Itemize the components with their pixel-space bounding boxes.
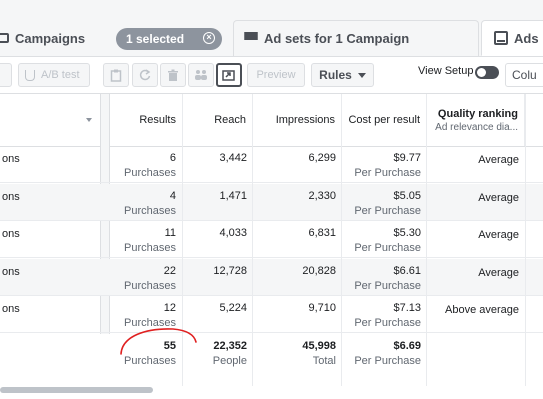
- columns-label: Colu: [512, 68, 537, 82]
- cell-quality: Average: [478, 229, 519, 242]
- row-name[interactable]: ons: [2, 303, 20, 315]
- refresh-icon: [139, 69, 151, 81]
- selected-badge[interactable]: 1 selected ×: [116, 28, 222, 50]
- rules-dropdown[interactable]: Rules: [311, 63, 374, 87]
- header-quality-label: Quality ranking: [437, 107, 518, 120]
- table-row[interactable]: ons 4 Purchases 1,471 2,330 $5.05 Per Purchase…: [0, 183, 543, 221]
- selected-badge-label: 1 selected: [126, 32, 185, 46]
- cell-cost: $6.61 Per Purchase: [354, 264, 421, 292]
- chevron-down-icon: [357, 72, 366, 78]
- cell-quality: Above average: [445, 304, 519, 317]
- cell-quality: Average: [478, 154, 519, 166]
- trash-icon: [168, 69, 178, 81]
- table-row[interactable]: ons 12 Purchases 5,224 9,710 $7.13 Per Purchas…: [0, 296, 543, 334]
- column-divider: [426, 94, 427, 386]
- table-row[interactable]: ons 6 Purchases 3,442 6,299 $9.77 Per Purchase…: [0, 146, 543, 183]
- tab-ad-sets[interactable]: Ad sets for 1 Campaign: [233, 20, 479, 56]
- cell-reach: 3,442: [219, 152, 247, 164]
- cell-quality: Average: [478, 191, 519, 204]
- cell-impressions: 20,828: [302, 264, 336, 277]
- name-column-header[interactable]: [0, 94, 101, 146]
- clear-selection-icon[interactable]: ×: [203, 32, 215, 44]
- cell-results: 11 Purchases: [124, 227, 176, 255]
- cell-impressions: 6,831: [308, 227, 336, 240]
- cell-reach: 4,033: [219, 227, 247, 240]
- clipboard-icon: [110, 69, 122, 82]
- header-impressions-label: Impressions: [275, 114, 335, 126]
- results-table: Results Reach Impressions Cost per resul…: [0, 94, 543, 389]
- cell-results: 4 Purchases: [124, 189, 176, 217]
- grid-icon: [244, 31, 258, 46]
- row-name[interactable]: ons: [2, 228, 20, 240]
- cell-results: 6 Purchases: [124, 152, 176, 179]
- total-cost: $6.69 Per Purchase: [354, 340, 421, 367]
- refresh-button[interactable]: [132, 63, 158, 87]
- table-row[interactable]: ons 11 Purchases 4,033 6,831 $5.30 Per Purchas…: [0, 221, 543, 259]
- header-impressions[interactable]: Impressions: [253, 94, 342, 146]
- column-divider: [525, 94, 526, 386]
- cell-impressions: 6,299: [308, 152, 336, 164]
- cell-impressions: 2,330: [308, 189, 336, 202]
- tab-strip: Campaigns 1 selected × Ad sets for 1 Cam…: [0, 0, 543, 57]
- total-row: 55 Purchases 22,352 People 45,998 Total $6.…: [0, 334, 543, 386]
- toolbar-button-cut[interactable]: [0, 63, 12, 87]
- header-quality-sub: Ad relevance dia...: [435, 121, 518, 133]
- flask-icon: [25, 69, 35, 81]
- cell-reach: 1,471: [219, 189, 247, 202]
- table-header: Results Reach Impressions Cost per resul…: [0, 94, 543, 147]
- ab-test-button[interactable]: A/B test: [18, 63, 90, 87]
- ab-test-label: A/B test: [41, 69, 80, 81]
- cell-results: 22 Purchases: [124, 264, 176, 292]
- cell-impressions: 9,710: [308, 302, 336, 315]
- cell-quality: Average: [478, 266, 519, 279]
- total-impressions: 45,998 Total: [302, 340, 336, 367]
- tab-ad-sets-label: Ad sets for 1 Campaign: [264, 31, 410, 46]
- view-setup-label: View Setup: [418, 65, 474, 77]
- header-reach-label: Reach: [214, 114, 246, 126]
- tab-ads-label: Ads: [514, 30, 539, 46]
- cell-cost: $5.30 Per Purchase: [354, 227, 421, 255]
- people-icon: [195, 70, 207, 80]
- cell-reach: 5,224: [219, 302, 247, 315]
- tab-ads[interactable]: Ads: [481, 20, 543, 56]
- delete-button[interactable]: [160, 63, 186, 87]
- share-button[interactable]: [216, 63, 242, 87]
- cell-cost: $9.77 Per Purchase: [354, 152, 421, 179]
- header-results[interactable]: Results: [108, 94, 183, 146]
- header-reach[interactable]: Reach: [183, 94, 253, 146]
- cell-reach: 12,728: [213, 264, 247, 277]
- row-name[interactable]: ons: [2, 153, 20, 165]
- header-quality-ranking[interactable]: Quality ranking Ad relevance dia...: [427, 94, 525, 146]
- preview-label: Preview: [256, 69, 296, 81]
- rules-label: Rules: [319, 68, 352, 82]
- tab-campaigns-label: Campaigns: [15, 30, 86, 46]
- cell-cost: $5.05 Per Purchase: [354, 189, 421, 217]
- header-results-label: Results: [139, 114, 176, 126]
- column-divider: [252, 94, 253, 386]
- horizontal-scrollbar[interactable]: [0, 387, 153, 393]
- sort-caret-icon[interactable]: [86, 118, 92, 122]
- ad-icon: [494, 31, 508, 45]
- column-divider: [341, 94, 342, 386]
- audience-button[interactable]: [188, 63, 214, 87]
- cell-cost: $7.13 Per Purchase: [354, 302, 421, 330]
- folder-icon: [0, 33, 9, 43]
- header-cost-label: Cost per result: [348, 114, 420, 126]
- row-name[interactable]: ons: [2, 191, 20, 203]
- header-cost-per-result[interactable]: Cost per result: [342, 94, 427, 146]
- columns-dropdown[interactable]: Colu: [505, 63, 543, 87]
- table-row[interactable]: ons 22 Purchases 12,728 20,828 $6.61 Per Purch…: [0, 258, 543, 296]
- share-icon: [222, 70, 235, 81]
- duplicate-button[interactable]: [103, 63, 129, 87]
- view-setup-toggle[interactable]: [475, 66, 499, 79]
- preview-button[interactable]: Preview: [247, 63, 305, 87]
- row-name[interactable]: ons: [2, 266, 20, 278]
- red-annotation-circle: [120, 328, 197, 355]
